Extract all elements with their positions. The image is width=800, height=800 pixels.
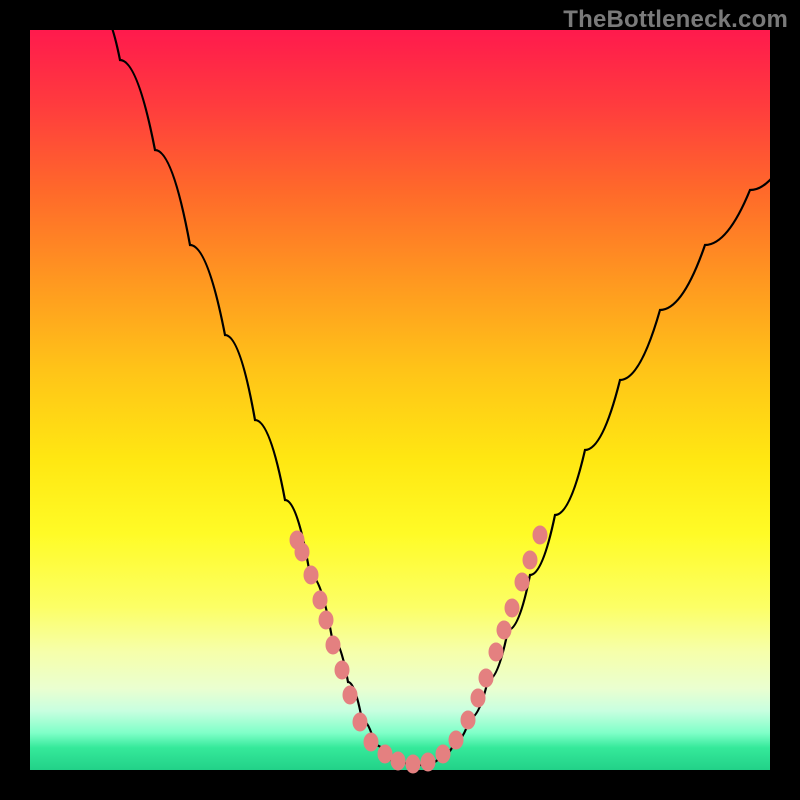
data-marker — [449, 731, 463, 749]
data-marker — [295, 543, 309, 561]
bottleneck-curve — [100, 10, 790, 765]
data-marker — [497, 621, 511, 639]
data-marker — [335, 661, 349, 679]
data-marker — [319, 611, 333, 629]
data-marker — [326, 636, 340, 654]
data-marker — [421, 753, 435, 771]
data-markers — [290, 526, 547, 773]
data-marker — [406, 755, 420, 773]
data-marker — [471, 689, 485, 707]
chart-svg — [30, 30, 770, 770]
data-marker — [343, 686, 357, 704]
data-marker — [523, 551, 537, 569]
data-marker — [353, 713, 367, 731]
data-marker — [378, 745, 392, 763]
chart-frame: TheBottleneck.com — [0, 0, 800, 800]
data-marker — [515, 573, 529, 591]
plot-area — [30, 30, 770, 770]
data-marker — [436, 745, 450, 763]
data-marker — [391, 752, 405, 770]
data-marker — [364, 733, 378, 751]
data-marker — [304, 566, 318, 584]
data-marker — [489, 643, 503, 661]
data-marker — [533, 526, 547, 544]
data-marker — [313, 591, 327, 609]
data-marker — [461, 711, 475, 729]
data-marker — [505, 599, 519, 617]
data-marker — [479, 669, 493, 687]
